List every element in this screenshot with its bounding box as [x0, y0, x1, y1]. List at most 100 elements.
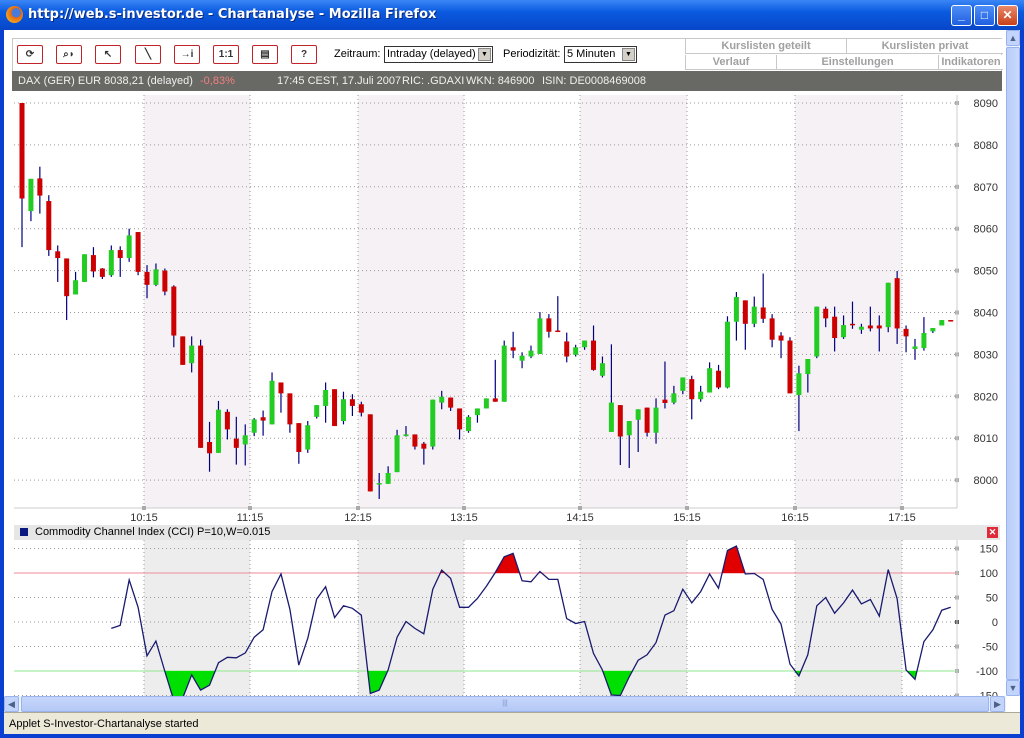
candle-body [323, 390, 329, 406]
tab-einstellungen[interactable]: Einstellungen [776, 55, 938, 70]
candle-body [858, 326, 864, 330]
vertical-scroll-thumb[interactable] [1006, 47, 1020, 680]
price-tick-label: 8060 [974, 224, 998, 236]
chart-canvas[interactable]: 8000 8010 8020 8030 8040 8050 8060 8070 8080 8090… [4, 30, 1006, 696]
candle-body [153, 269, 159, 285]
candle-body [769, 318, 775, 340]
candle-body [894, 278, 900, 329]
candle-body [215, 409, 221, 453]
candle-body [510, 347, 516, 351]
candle-body [385, 472, 391, 484]
candle-body [242, 435, 248, 445]
print-button[interactable]: ▤ [252, 45, 278, 64]
candle-body [591, 340, 597, 370]
candle-body [939, 320, 945, 326]
scroll-up-icon[interactable]: ▲ [1006, 30, 1020, 46]
candle-body [564, 341, 570, 357]
close-button[interactable]: ✕ [997, 5, 1018, 26]
candle-body [349, 399, 355, 406]
candle-body [519, 355, 525, 361]
price-tick-label: 8070 [974, 182, 998, 194]
time-tick-label: 15:15 [673, 512, 701, 524]
price-tick-label: 8050 [974, 266, 998, 278]
candle-body [689, 379, 695, 400]
candle-body [707, 368, 713, 393]
candle-body [680, 377, 686, 391]
periodizitaet-value: 5 Minuten [567, 48, 616, 60]
candle-body [466, 416, 471, 432]
cci-session-band [795, 540, 902, 696]
candle-body [55, 251, 61, 259]
periodizitaet-label: Periodizität: [503, 48, 561, 60]
candle-body [805, 359, 811, 375]
candle-body [439, 396, 445, 403]
candle-body [269, 380, 275, 425]
candle-body [698, 391, 704, 400]
tab-verlauf[interactable]: Verlauf [685, 55, 776, 70]
time-tick-mark [578, 506, 582, 510]
instrument-quote: DAX (GER) EUR 8038,21 (delayed) [18, 75, 193, 87]
candle-body [358, 404, 364, 413]
candle-body [457, 408, 463, 430]
candle-body [644, 407, 650, 433]
minimize-button[interactable]: _ [951, 5, 972, 26]
time-tick-label: 13:15 [450, 512, 478, 524]
chevron-down-icon: ▼ [478, 48, 491, 61]
quote-time: 17:45 CEST, 17.Juli 2007 [277, 75, 402, 87]
title-bar: http://web.s-investor.de - Chartanalyse … [0, 0, 1024, 30]
close-indicator-icon[interactable]: ✕ [987, 527, 998, 538]
tab-kurslisten-privat[interactable]: Kurslisten privat [846, 39, 1003, 54]
candle-body [787, 340, 793, 394]
horizontal-scroll-thumb[interactable]: ||| [21, 696, 989, 712]
ric-code: RIC: .GDAXI [402, 75, 465, 87]
zoom-button[interactable]: ⌕◗ [56, 45, 82, 64]
candle-body [528, 350, 534, 357]
candle-body [82, 254, 88, 282]
candle-body [814, 306, 820, 357]
cci-legend-swatch [20, 528, 28, 536]
candle-body [332, 389, 338, 427]
candle-body [823, 308, 829, 319]
price-tick-label: 8030 [974, 349, 998, 361]
candle-body [474, 408, 480, 416]
change-percent: -0,83% [200, 75, 235, 87]
candle-body [671, 393, 677, 403]
candle-body [921, 333, 927, 349]
time-tick-label: 11:15 [237, 512, 264, 524]
candle-body [421, 443, 427, 449]
zeitraum-select[interactable]: Intraday (delayed) ▼ [384, 46, 493, 63]
price-tick-label: 8090 [974, 98, 998, 110]
time-tick-mark [685, 506, 689, 510]
session-band [358, 95, 464, 508]
reset-scale-button[interactable]: 1:1 [213, 45, 239, 64]
candle-body [340, 399, 346, 422]
wkn-code: WKN: 846900 [466, 75, 535, 87]
candle-body [653, 407, 659, 433]
help-button[interactable]: ? [291, 45, 317, 64]
maximize-button[interactable]: □ [974, 5, 995, 26]
cci-session-band [580, 540, 687, 696]
tab-indikatoren[interactable]: Indikatoren [938, 55, 1003, 70]
refresh-button[interactable]: ⟳ [17, 45, 43, 64]
scroll-left-icon[interactable]: ◀ [4, 696, 19, 712]
candle-body [742, 300, 748, 324]
info-button[interactable]: →i [174, 45, 200, 64]
cci-panel-label: Commodity Channel Index (CCI) P=10,W=0.0… [35, 526, 271, 538]
scroll-right-icon[interactable]: ▶ [990, 696, 1005, 712]
periodizitaet-select[interactable]: 5 Minuten ▼ [564, 46, 637, 63]
horizontal-scrollbar[interactable]: ◀ ||| ▶ [4, 696, 1006, 712]
candle-body [64, 258, 70, 297]
tab-kurslisten-geteilt[interactable]: Kurslisten geteilt [685, 39, 846, 54]
candle-body [90, 255, 96, 272]
cci-tick-label: 100 [980, 568, 998, 580]
candle-body [37, 178, 43, 196]
candle-body [546, 318, 552, 332]
pointer-button[interactable]: ↖ [95, 45, 121, 64]
candle-body [617, 405, 623, 437]
chevron-down-icon: ▼ [622, 48, 635, 61]
candle-body [501, 345, 507, 402]
isin-code: ISIN: DE0008469008 [542, 75, 646, 87]
scroll-down-icon[interactable]: ▼ [1006, 680, 1020, 696]
trendline-button[interactable]: ╲ [135, 45, 161, 64]
vertical-scrollbar[interactable]: ▲ ▼ [1006, 30, 1020, 696]
